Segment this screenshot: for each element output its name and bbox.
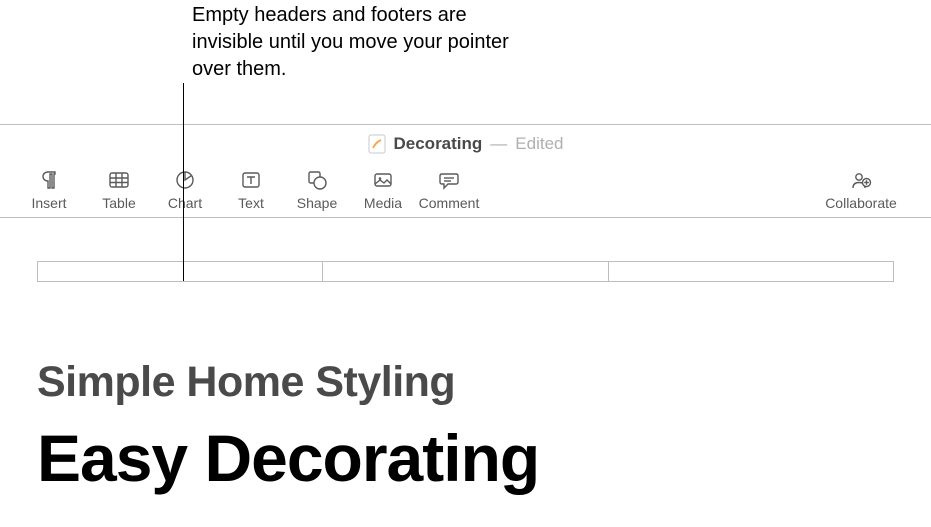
collaborate-label: Collaborate	[825, 195, 897, 211]
text-button[interactable]: Text	[218, 169, 284, 211]
chart-icon	[174, 169, 196, 191]
table-button[interactable]: Table	[86, 169, 152, 211]
document-status: Edited	[515, 134, 563, 154]
shape-icon	[306, 169, 328, 191]
document-icon	[368, 134, 386, 154]
comment-label: Comment	[419, 195, 480, 211]
callout-annotation: Empty headers and footers are invisible …	[192, 2, 542, 83]
collaborate-button[interactable]: Collaborate	[811, 169, 911, 211]
chart-button[interactable]: Chart	[152, 169, 218, 211]
callout-text: Empty headers and footers are invisible …	[192, 4, 509, 80]
document-name: Decorating	[394, 134, 483, 154]
insert-button[interactable]: Insert	[12, 169, 86, 211]
header-center-field[interactable]	[323, 262, 608, 281]
table-label: Table	[102, 195, 135, 211]
collaborate-icon	[850, 169, 872, 191]
document-title[interactable]: Easy Decorating	[37, 420, 539, 496]
media-button[interactable]: Media	[350, 169, 416, 211]
comment-button[interactable]: Comment	[416, 169, 482, 211]
header-left-field[interactable]	[38, 262, 323, 281]
insert-label: Insert	[31, 195, 66, 211]
document-subtitle[interactable]: Simple Home Styling	[37, 358, 455, 407]
table-icon	[108, 169, 130, 191]
callout-leader-line	[183, 83, 184, 281]
document-canvas[interactable]: Simple Home Styling Easy Decorating	[0, 218, 931, 527]
chart-label: Chart	[168, 195, 202, 211]
window-titlebar: Decorating — Edited	[0, 124, 931, 163]
toolbar: Insert Table Chart Text Shape Media	[0, 163, 931, 218]
pilcrow-icon	[38, 169, 60, 191]
page-header-fields[interactable]	[37, 261, 894, 282]
shape-button[interactable]: Shape	[284, 169, 350, 211]
comment-icon	[438, 169, 460, 191]
media-icon	[372, 169, 394, 191]
text-icon	[240, 169, 262, 191]
header-right-field[interactable]	[609, 262, 893, 281]
text-label: Text	[238, 195, 264, 211]
title-separator: —	[490, 134, 507, 154]
media-label: Media	[364, 195, 402, 211]
shape-label: Shape	[297, 195, 337, 211]
